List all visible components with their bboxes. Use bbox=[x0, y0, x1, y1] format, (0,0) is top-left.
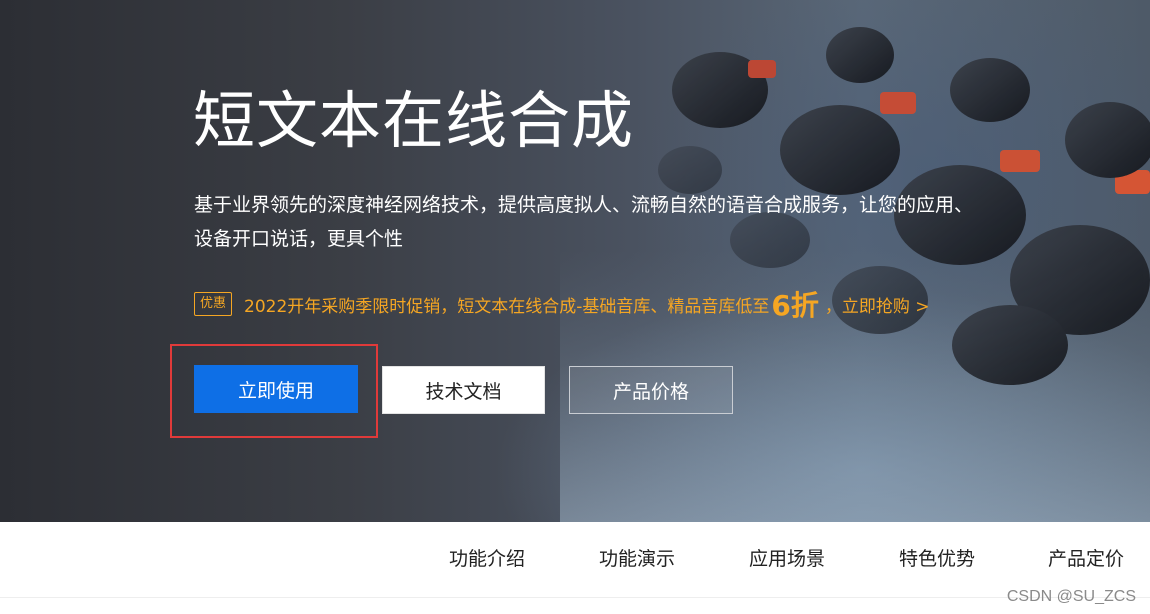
subnav-item-demo[interactable]: 功能演示 bbox=[599, 544, 675, 571]
promo-discount: 6折 bbox=[771, 289, 819, 322]
product-subnav: 功能介绍 功能演示 应用场景 特色优势 产品定价 bbox=[0, 522, 1150, 598]
subnav-item-advantages[interactable]: 特色优势 bbox=[899, 544, 975, 571]
tech-docs-button[interactable]: 技术文档 bbox=[382, 366, 545, 414]
promo-badge: 优惠 bbox=[194, 292, 233, 316]
promo-banner[interactable]: 优惠 2022开年采购季限时促销，短文本在线合成-基础音库、精品音库低至 6折 … bbox=[194, 284, 930, 324]
subnav-item-features[interactable]: 功能介绍 bbox=[449, 544, 525, 571]
subnav-item-scenarios[interactable]: 应用场景 bbox=[749, 544, 825, 571]
subnav-item-pricing[interactable]: 产品定价 bbox=[1048, 544, 1124, 571]
annotation-highlight-box bbox=[170, 344, 378, 438]
hero-description: 基于业界领先的深度神经网络技术，提供高度拟人、流畅自然的语音合成服务，让您的应用… bbox=[194, 194, 974, 250]
promo-text: 2022开年采购季限时促销，短文本在线合成-基础音库、精品音库低至 bbox=[244, 296, 770, 317]
csdn-watermark: CSDN @SU_ZCS bbox=[1006, 588, 1136, 605]
promo-buy-link[interactable]: ，立即抢购 > bbox=[825, 292, 930, 317]
page-title: 短文本在线合成 bbox=[193, 84, 635, 157]
hero-banner: 短文本在线合成 基于业界领先的深度神经网络技术，提供高度拟人、流畅自然的语音合成… bbox=[0, 0, 1150, 522]
pricing-button[interactable]: 产品价格 bbox=[569, 366, 733, 414]
